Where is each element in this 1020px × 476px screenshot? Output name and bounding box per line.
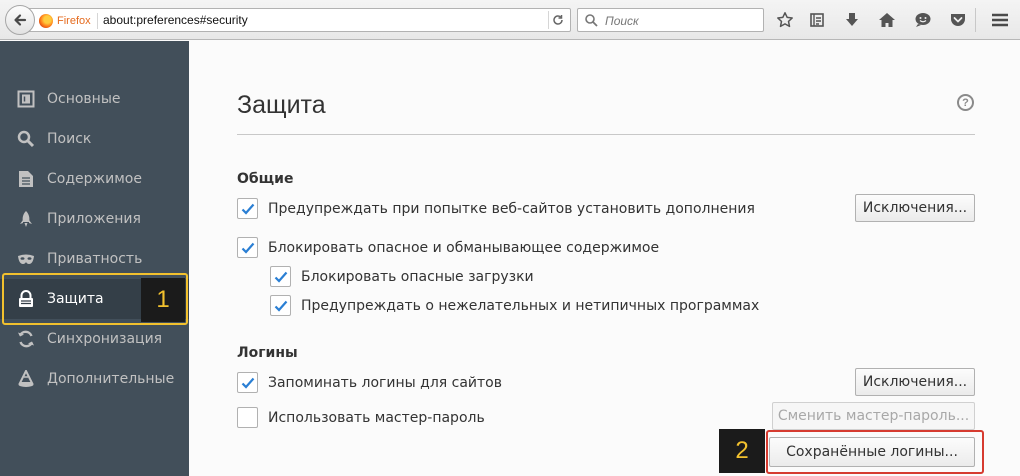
search-input[interactable]: Поиск <box>577 8 764 32</box>
sidebar-item-search[interactable]: Поиск <box>0 119 189 159</box>
remember-logins-option[interactable]: Запоминать логины для сайтов <box>237 372 502 393</box>
bookmarks-menu-icon[interactable] <box>806 9 828 31</box>
sidebar-item-label: Дополнительные <box>47 371 175 387</box>
applications-icon <box>17 210 35 228</box>
warn-unwanted-label: Предупреждать о нежелательных и нетипичн… <box>301 297 760 314</box>
content-icon <box>17 170 35 188</box>
toolbar-separator <box>975 8 976 32</box>
sidebar-item-general[interactable]: Основные <box>0 79 189 119</box>
warn-unwanted-checkbox[interactable] <box>270 295 291 316</box>
general-icon <box>17 90 35 108</box>
master-password-label: Использовать мастер-пароль <box>268 409 485 426</box>
sync-icon <box>17 330 35 348</box>
pocket-icon[interactable] <box>947 9 969 31</box>
remember-logins-label: Запоминать логины для сайтов <box>268 374 502 391</box>
logins-exceptions-button[interactable]: Исключения... <box>855 368 975 396</box>
reload-icon[interactable] <box>548 11 566 29</box>
warn-unwanted-option[interactable]: Предупреждать о нежелательных и нетипичн… <box>270 295 759 316</box>
sidebar-item-label: Основные <box>47 91 121 107</box>
back-button[interactable] <box>5 5 35 35</box>
navigation-toolbar: Firefox about:preferences#security Поиск <box>0 0 1020 40</box>
back-arrow-icon <box>14 14 27 26</box>
block-downloads-option[interactable]: Блокировать опасные загрузки <box>270 266 534 287</box>
warn-addons-checkbox[interactable] <box>237 198 258 219</box>
checkmark-icon <box>274 300 287 312</box>
advanced-icon <box>17 370 35 388</box>
firefox-logo-icon <box>39 14 53 28</box>
bookmark-star-icon[interactable] <box>774 9 796 31</box>
hamburger-menu-icon[interactable] <box>989 9 1011 31</box>
search-icon <box>585 14 598 27</box>
block-downloads-label: Блокировать опасные загрузки <box>301 268 534 285</box>
master-password-checkbox[interactable] <box>237 407 258 428</box>
sidebar-item-label: Защита <box>47 291 104 307</box>
sidebar-item-advanced[interactable]: Дополнительные <box>0 359 189 399</box>
checkmark-icon <box>274 271 287 283</box>
downloads-icon[interactable] <box>841 9 863 31</box>
url-text[interactable]: about:preferences#security <box>103 13 248 27</box>
identity-box[interactable]: Firefox <box>39 13 98 29</box>
sidebar-item-applications[interactable]: Приложения <box>0 199 189 239</box>
logins-section-heading: Логины <box>237 345 298 361</box>
step2-badge: 2 <box>719 429 765 473</box>
security-pane: Защита ? Общие Предупреждать при попытке… <box>189 41 1020 476</box>
preferences-sidebar: Основные Поиск Содержимое Приложения При… <box>0 41 189 476</box>
checkmark-icon <box>241 377 254 389</box>
change-master-password-button[interactable]: Сменить мастер-пароль... <box>772 402 975 430</box>
sidebar-item-label: Синхронизация <box>47 331 163 347</box>
remember-logins-checkbox[interactable] <box>237 372 258 393</box>
step1-badge: 1 <box>141 278 185 322</box>
privacy-mask-icon <box>17 250 35 268</box>
sidebar-item-sync[interactable]: Синхронизация <box>0 319 189 359</box>
block-dangerous-label: Блокировать опасное и обманывающее содер… <box>268 239 660 256</box>
search-icon <box>17 130 35 148</box>
sidebar-item-label: Поиск <box>47 131 92 147</box>
warn-addons-label: Предупреждать при попытке веб-сайтов уст… <box>268 200 755 217</box>
home-icon[interactable] <box>876 9 898 31</box>
sidebar-item-label: Приватность <box>47 251 143 267</box>
block-dangerous-option[interactable]: Блокировать опасное и обманывающее содер… <box>237 237 659 258</box>
sidebar-item-content[interactable]: Содержимое <box>0 159 189 199</box>
search-placeholder: Поиск <box>605 14 639 28</box>
general-section-heading: Общие <box>237 171 294 187</box>
addons-exceptions-button[interactable]: Исключения... <box>855 194 975 222</box>
help-icon[interactable]: ? <box>957 94 974 111</box>
master-password-option[interactable]: Использовать мастер-пароль <box>237 407 485 428</box>
identity-label: Firefox <box>57 15 91 27</box>
sidebar-item-label: Содержимое <box>47 171 142 187</box>
hello-chat-icon[interactable] <box>912 9 934 31</box>
saved-logins-button[interactable]: Сохранённые логины... <box>769 437 975 467</box>
checkmark-icon <box>241 242 254 254</box>
security-lock-icon <box>17 290 35 308</box>
block-downloads-checkbox[interactable] <box>270 266 291 287</box>
block-dangerous-checkbox[interactable] <box>237 237 258 258</box>
header-divider <box>237 134 975 135</box>
url-bar[interactable]: Firefox about:preferences#security <box>27 8 571 32</box>
sidebar-item-label: Приложения <box>47 211 141 227</box>
sidebar-item-privacy[interactable]: Приватность <box>0 239 189 279</box>
page-title: Защита <box>237 91 326 119</box>
warn-addons-option[interactable]: Предупреждать при попытке веб-сайтов уст… <box>237 198 755 219</box>
checkmark-icon <box>241 203 254 215</box>
